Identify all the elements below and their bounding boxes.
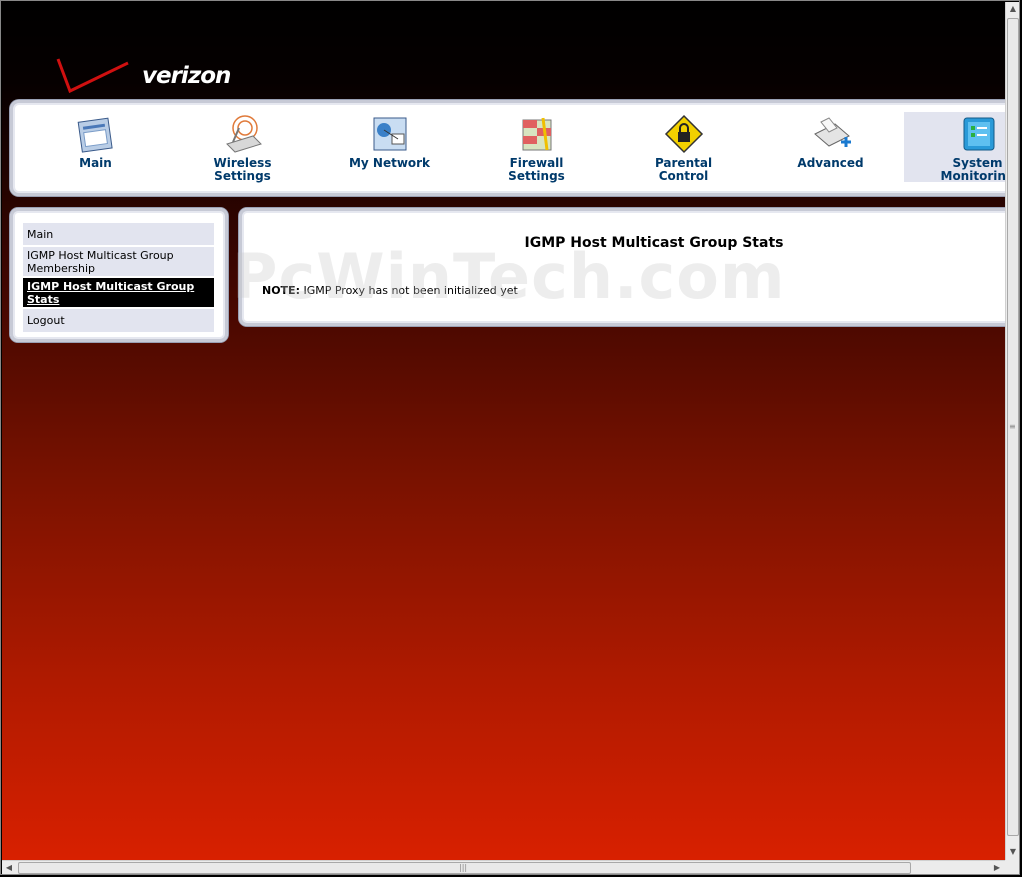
lock-icon: [664, 114, 703, 154]
page-viewport: verizon Main Wireless Settings My Networ…: [2, 2, 1005, 860]
monitor-icon: [963, 117, 994, 151]
sidebar-item-igmp-stats[interactable]: IGMP Host Multicast Group Stats: [23, 278, 214, 307]
nav-wireless-settings[interactable]: Wireless Settings: [169, 112, 316, 183]
nav-main[interactable]: Main: [22, 112, 169, 182]
nav-firewall-settings[interactable]: Firewall Settings: [463, 112, 610, 183]
note-label: NOTE:: [262, 284, 300, 297]
nav-label-2: Control: [658, 169, 709, 183]
nav-parental-control[interactable]: Parental Control: [610, 112, 757, 183]
content-panel: IGMP Host Multicast Group Stats NOTE: IG…: [239, 208, 1005, 326]
grip-icon: |||: [459, 863, 468, 872]
nav-label: Advanced: [797, 156, 864, 170]
nav-label-2: Monitoring: [940, 169, 1006, 183]
vertical-scrollbar[interactable]: ▲ ≡ ▼: [1005, 2, 1020, 860]
logo-text: verizon: [142, 63, 231, 89]
scroll-right-arrow-icon[interactable]: ▶: [990, 861, 1004, 875]
sidebar-panel: Main IGMP Host Multicast Group Membershi…: [10, 208, 228, 342]
advanced-icon: [813, 117, 851, 147]
horizontal-scrollbar[interactable]: ◀ ||| ▶: [2, 860, 1005, 875]
status-note: NOTE: IGMP Proxy has not been initialize…: [262, 284, 518, 297]
nav-system-monitoring[interactable]: System Monitoring: [904, 112, 1006, 183]
scroll-left-arrow-icon[interactable]: ◀: [2, 861, 16, 875]
network-icon: [373, 117, 406, 151]
top-navigation: Main Wireless Settings My Network Firewa…: [10, 100, 1005, 196]
firewall-icon: [522, 117, 551, 151]
nav-label: My Network: [348, 156, 431, 170]
sidebar-item-igmp-membership[interactable]: IGMP Host Multicast Group Membership: [23, 247, 214, 276]
page-title: IGMP Host Multicast Group Stats: [524, 235, 784, 251]
wireless-icon: [225, 115, 262, 153]
scroll-down-arrow-icon[interactable]: ▼: [1006, 845, 1020, 859]
nav-label-2: Settings: [508, 169, 565, 183]
grip-icon: ≡: [1009, 422, 1016, 431]
verizon-logo: verizon: [54, 57, 240, 97]
scrollbar-corner: [1005, 860, 1020, 875]
sidebar-item-logout[interactable]: Logout: [23, 309, 214, 332]
nav-label-2: Settings: [214, 169, 271, 183]
nav-advanced[interactable]: Advanced: [757, 112, 904, 182]
nav-my-network[interactable]: My Network: [316, 112, 463, 182]
note-text: IGMP Proxy has not been initialized yet: [299, 284, 518, 297]
scroll-up-arrow-icon[interactable]: ▲: [1006, 2, 1020, 16]
sidebar-item-main[interactable]: Main: [23, 223, 214, 245]
main-icon: [77, 117, 113, 153]
nav-label: Main: [79, 156, 112, 170]
sidebar-menu: Main IGMP Host Multicast Group Membershi…: [23, 223, 214, 334]
